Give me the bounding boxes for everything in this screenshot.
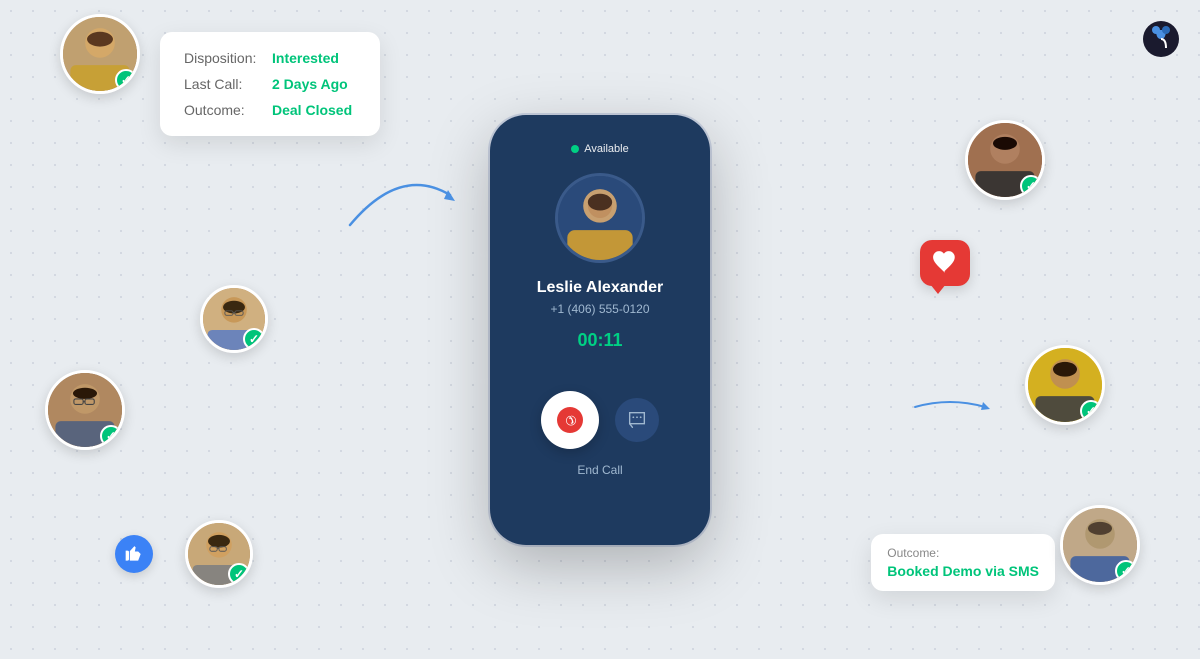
call-actions: ✆ [541,391,659,449]
app-logo [1142,20,1180,58]
last-call-value: 2 Days Ago [272,76,348,92]
status-text: Available [584,143,628,155]
avatar-topright [965,120,1045,200]
status-dot [571,145,579,153]
thumbs-up-icon [124,544,144,564]
status-bar: Available [571,143,628,155]
heart-bubble [920,240,970,286]
heart-icon [932,251,958,275]
arrow-card-svg [340,155,460,235]
check-badge-midright [1080,400,1102,422]
avatar-midright [1025,345,1105,425]
info-card: Disposition: Interested Last Call: 2 Day… [160,32,380,136]
caller-avatar [555,173,645,263]
check-badge-midleft-top [243,328,265,350]
caller-phone: +1 (406) 555-0120 [550,302,649,316]
avatar-midleft-top [200,285,268,353]
like-badge [115,535,153,573]
outcome-row: Outcome: Deal Closed [184,102,356,118]
disposition-label: Disposition: [184,50,264,66]
disposition-value: Interested [272,50,339,66]
caller-name: Leslie Alexander [537,279,664,297]
check-badge-bottomright [1115,560,1137,582]
check-badge-bottomleft [228,563,250,585]
disposition-row: Disposition: Interested [184,50,356,66]
end-call-icon: ✆ [557,407,583,433]
chat-icon [626,409,648,431]
check-badge-topright [1020,175,1042,197]
check-badge-topleft [115,69,137,91]
avatar-topleft [60,14,140,94]
avatar-bottomleft [185,520,253,588]
phone-end-icon: ✆ [560,410,579,429]
end-call-button[interactable]: ✆ [541,391,599,449]
outcome-label-info: Outcome: [184,102,264,118]
scene: Available Leslie Alexander +1 (406) 555-… [0,0,1200,659]
outcome-card-value: Booked Demo via SMS [887,563,1039,579]
call-timer: 00:11 [577,330,622,351]
last-call-label: Last Call: [184,76,264,92]
phone-mockup: Available Leslie Alexander +1 (406) 555-… [490,115,710,545]
end-call-label: End Call [577,463,622,477]
avatar-bottomright [1060,505,1140,585]
chat-button[interactable] [615,398,659,442]
check-badge-midleft-bottom [100,425,122,447]
logo-icon [1142,20,1180,58]
outcome-value-info: Deal Closed [272,102,352,118]
outcome-card-label: Outcome: [887,546,1039,560]
arrow-right-svg [910,392,990,422]
outcome-card: Outcome: Booked Demo via SMS [871,534,1055,591]
last-call-row: Last Call: 2 Days Ago [184,76,356,92]
avatar-midleft-bottom [45,370,125,450]
